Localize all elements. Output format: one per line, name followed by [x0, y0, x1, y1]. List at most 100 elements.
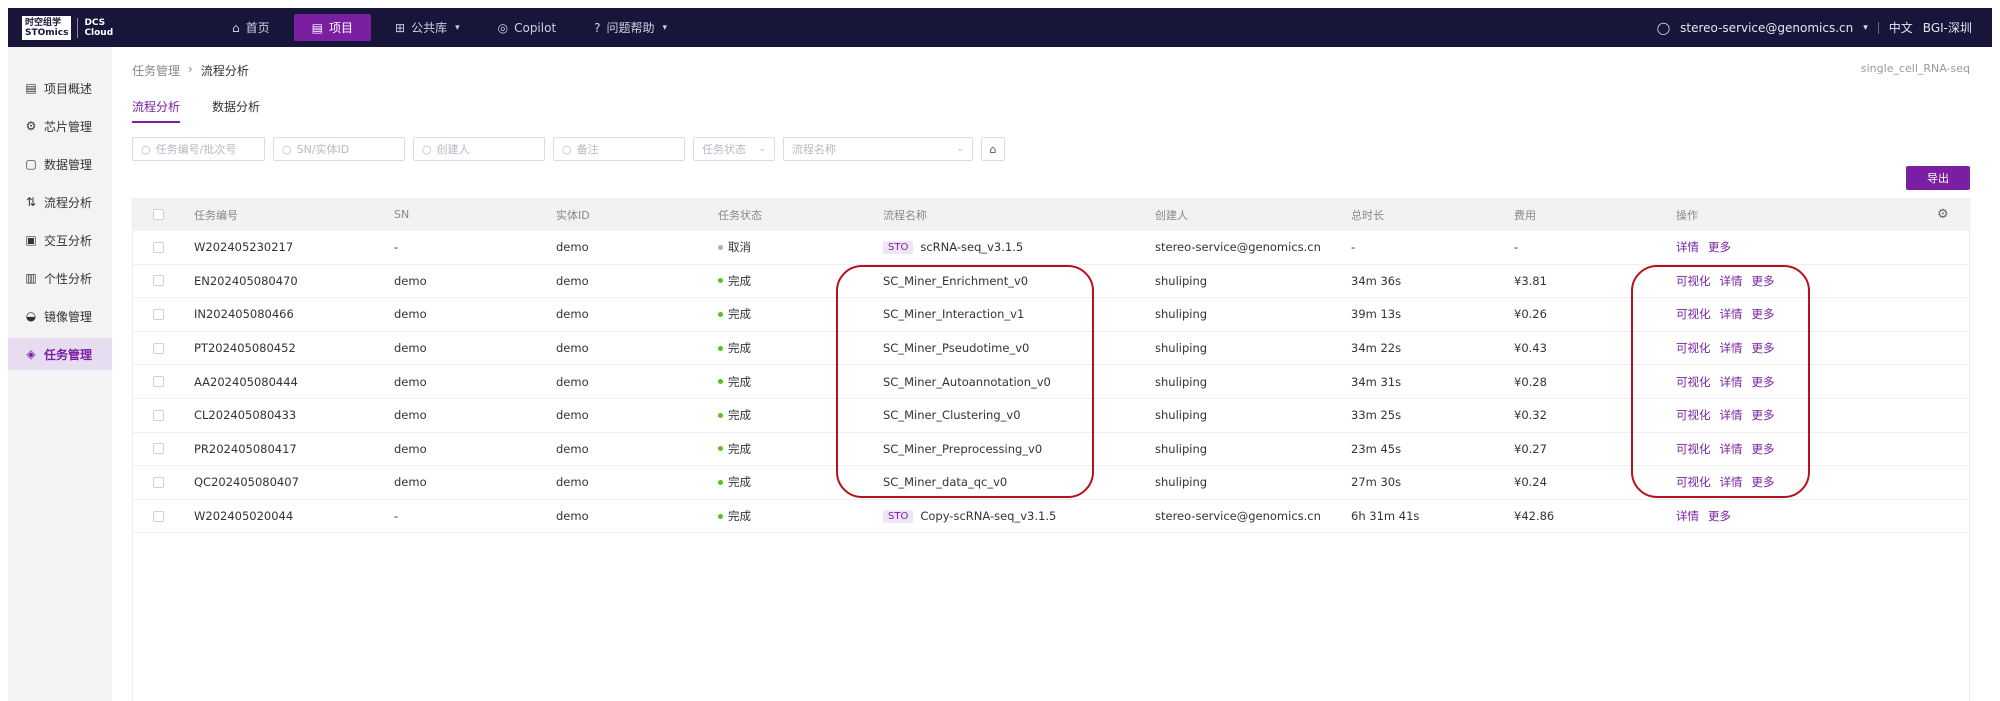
details-link[interactable]: 详情 [1676, 239, 1699, 255]
column-settings-gear-icon[interactable]: ⚙ [1937, 207, 1949, 222]
row-checkbox[interactable] [153, 443, 164, 455]
nav-project[interactable]: ▤ 项目 [293, 14, 371, 41]
status-dot-icon [718, 479, 723, 485]
visualize-link[interactable]: 可视化 [1676, 474, 1711, 490]
row-checkbox[interactable] [153, 476, 164, 488]
col-header-duration: 总时长 [1351, 208, 1384, 222]
visualize-link[interactable]: 可视化 [1676, 374, 1711, 390]
sn: demo [394, 441, 427, 456]
sidebar-item-label: 流程分析 [44, 195, 93, 210]
details-link[interactable]: 详情 [1720, 273, 1743, 289]
table-header: 任务编号 SN 实体ID 任务状态 流程名称 创建人 总时长 费用 操作 ⚙ [133, 198, 1969, 231]
chip-icon: ⚙ [25, 119, 37, 133]
task-id: IN202405080466 [194, 307, 294, 322]
row-checkbox[interactable] [153, 241, 164, 253]
more-link[interactable]: 更多 [1752, 441, 1775, 457]
language-switch[interactable]: 中文 [1889, 19, 1913, 36]
status-badge: 完成 [718, 273, 751, 289]
user-menu[interactable]: stereo-service@genomics.cn [1680, 21, 1853, 35]
details-link[interactable]: 详情 [1720, 306, 1743, 322]
table-body: W202405230217- demo 取消 STO scRNA-seq_v3.1.5 s… [133, 231, 1969, 534]
nav-copilot[interactable]: ◎ Copilot [484, 14, 571, 41]
task-id: W202405230217 [194, 240, 294, 255]
sidebar-item-workflow-analysis[interactable]: ⇅ 流程分析 [8, 186, 112, 218]
org-switch[interactable]: BGI-深圳 [1923, 19, 1972, 36]
tab-data-analysis[interactable]: 数据分析 [212, 98, 260, 123]
sidebar-item-interactive-analysis[interactable]: ▣ 交互分析 [8, 224, 112, 256]
sn: demo [394, 273, 427, 288]
sidebar-item-label: 个性分析 [44, 271, 93, 286]
more-link[interactable]: 更多 [1752, 340, 1775, 356]
col-header-flow-name: 流程名称 [883, 208, 927, 222]
col-header-task-id: 任务编号 [194, 208, 238, 222]
status-badge: 完成 [718, 340, 751, 356]
details-link[interactable]: 详情 [1720, 474, 1743, 490]
nav-public-library[interactable]: ⊞ 公共库 ▾ [381, 14, 474, 41]
file-icon: ▤ [311, 20, 323, 35]
flow-name-select[interactable]: 流程名称 ⌄ [783, 137, 973, 161]
task-id: W202405020044 [194, 509, 294, 524]
more-link[interactable]: 更多 [1752, 407, 1775, 423]
flow-name-placeholder: 流程名称 [792, 143, 836, 156]
details-link[interactable]: 详情 [1676, 508, 1699, 524]
status-text: 完成 [728, 374, 751, 389]
details-link[interactable]: 详情 [1720, 441, 1743, 457]
sidebar-item-data-management[interactable]: ▢ 数据管理 [8, 148, 112, 180]
sidebar-item-project-overview[interactable]: ▤ 项目概述 [8, 72, 112, 104]
sn: demo [394, 475, 427, 490]
sn-search-input[interactable]: ○ SN/实体ID [273, 137, 405, 161]
more-link[interactable]: 更多 [1708, 239, 1731, 255]
row-checkbox[interactable] [153, 308, 164, 320]
row-checkbox[interactable] [153, 409, 164, 421]
more-link[interactable]: 更多 [1752, 474, 1775, 490]
more-link[interactable]: 更多 [1708, 508, 1731, 524]
more-link[interactable]: 更多 [1752, 374, 1775, 390]
more-link[interactable]: 更多 [1752, 306, 1775, 322]
visualize-link[interactable]: 可视化 [1676, 273, 1711, 289]
help-icon: ? [594, 20, 601, 35]
details-link[interactable]: 详情 [1720, 374, 1743, 390]
visualize-link[interactable]: 可视化 [1676, 407, 1711, 423]
row-checkbox[interactable] [153, 510, 164, 522]
duration: 6h 31m 41s [1351, 509, 1420, 524]
duration: 39m 13s [1351, 307, 1402, 322]
nav-help[interactable]: ? 问题帮助 ▾ [580, 14, 681, 41]
flow-name-text: SC_Miner_Preprocessing_v0 [883, 441, 1043, 456]
tab-workflow-analysis[interactable]: 流程分析 [132, 98, 181, 123]
row-checkbox[interactable] [153, 342, 164, 354]
logo[interactable]: 时空组学 STOmics DCS Cloud [22, 16, 113, 40]
sidebar-item-chip-management[interactable]: ⚙ 芯片管理 [8, 110, 112, 142]
visualize-link[interactable]: 可视化 [1676, 441, 1711, 457]
flow-name: SC_Miner_Clustering_v0 [883, 408, 1021, 422]
sidebar-item-task-management[interactable]: ◈ 任务管理 [8, 338, 112, 370]
export-button[interactable]: 导出 [1906, 166, 1970, 190]
select-all-checkbox[interactable] [153, 209, 164, 220]
custom-analysis-icon: ▥ [25, 271, 37, 285]
breadcrumb-item-task-management[interactable]: 任务管理 [132, 62, 180, 79]
sidebar-item-image-management[interactable]: ◒ 镜像管理 [8, 300, 112, 332]
more-link[interactable]: 更多 [1752, 273, 1775, 289]
layers-icon: ◈ [26, 347, 36, 361]
row-checkbox[interactable] [153, 275, 164, 287]
visualize-link[interactable]: 可视化 [1676, 306, 1711, 322]
fee: ¥0.27 [1514, 441, 1547, 456]
logo-product-line1: DCS [84, 18, 106, 28]
search-icon: ○ [282, 142, 292, 156]
sidebar-item-custom-analysis[interactable]: ▥ 个性分析 [8, 262, 112, 294]
task-status-select[interactable]: 任务状态 ⌄ [693, 137, 775, 161]
details-link[interactable]: 详情 [1720, 407, 1743, 423]
clear-filters-button[interactable]: ⌂ [981, 137, 1005, 161]
flow-name-text: SC_Miner_Clustering_v0 [883, 408, 1021, 423]
task-id-search-input[interactable]: ○ 任务编号/批次号 [132, 137, 265, 161]
row-checkbox[interactable] [153, 376, 164, 388]
data-file-icon: ▢ [25, 157, 37, 171]
creator-search-input[interactable]: ○ 创建人 [413, 137, 545, 161]
status-text: 完成 [728, 475, 751, 490]
creator: shuliping [1155, 408, 1208, 423]
details-link[interactable]: 详情 [1720, 340, 1743, 356]
logo-text-cn: 时空组学 [25, 18, 62, 28]
nav-home[interactable]: ⌂ 首页 [218, 14, 284, 41]
visualize-link[interactable]: 可视化 [1676, 340, 1711, 356]
status-dot-icon [718, 311, 723, 317]
note-search-input[interactable]: ○ 备注 [553, 137, 685, 161]
